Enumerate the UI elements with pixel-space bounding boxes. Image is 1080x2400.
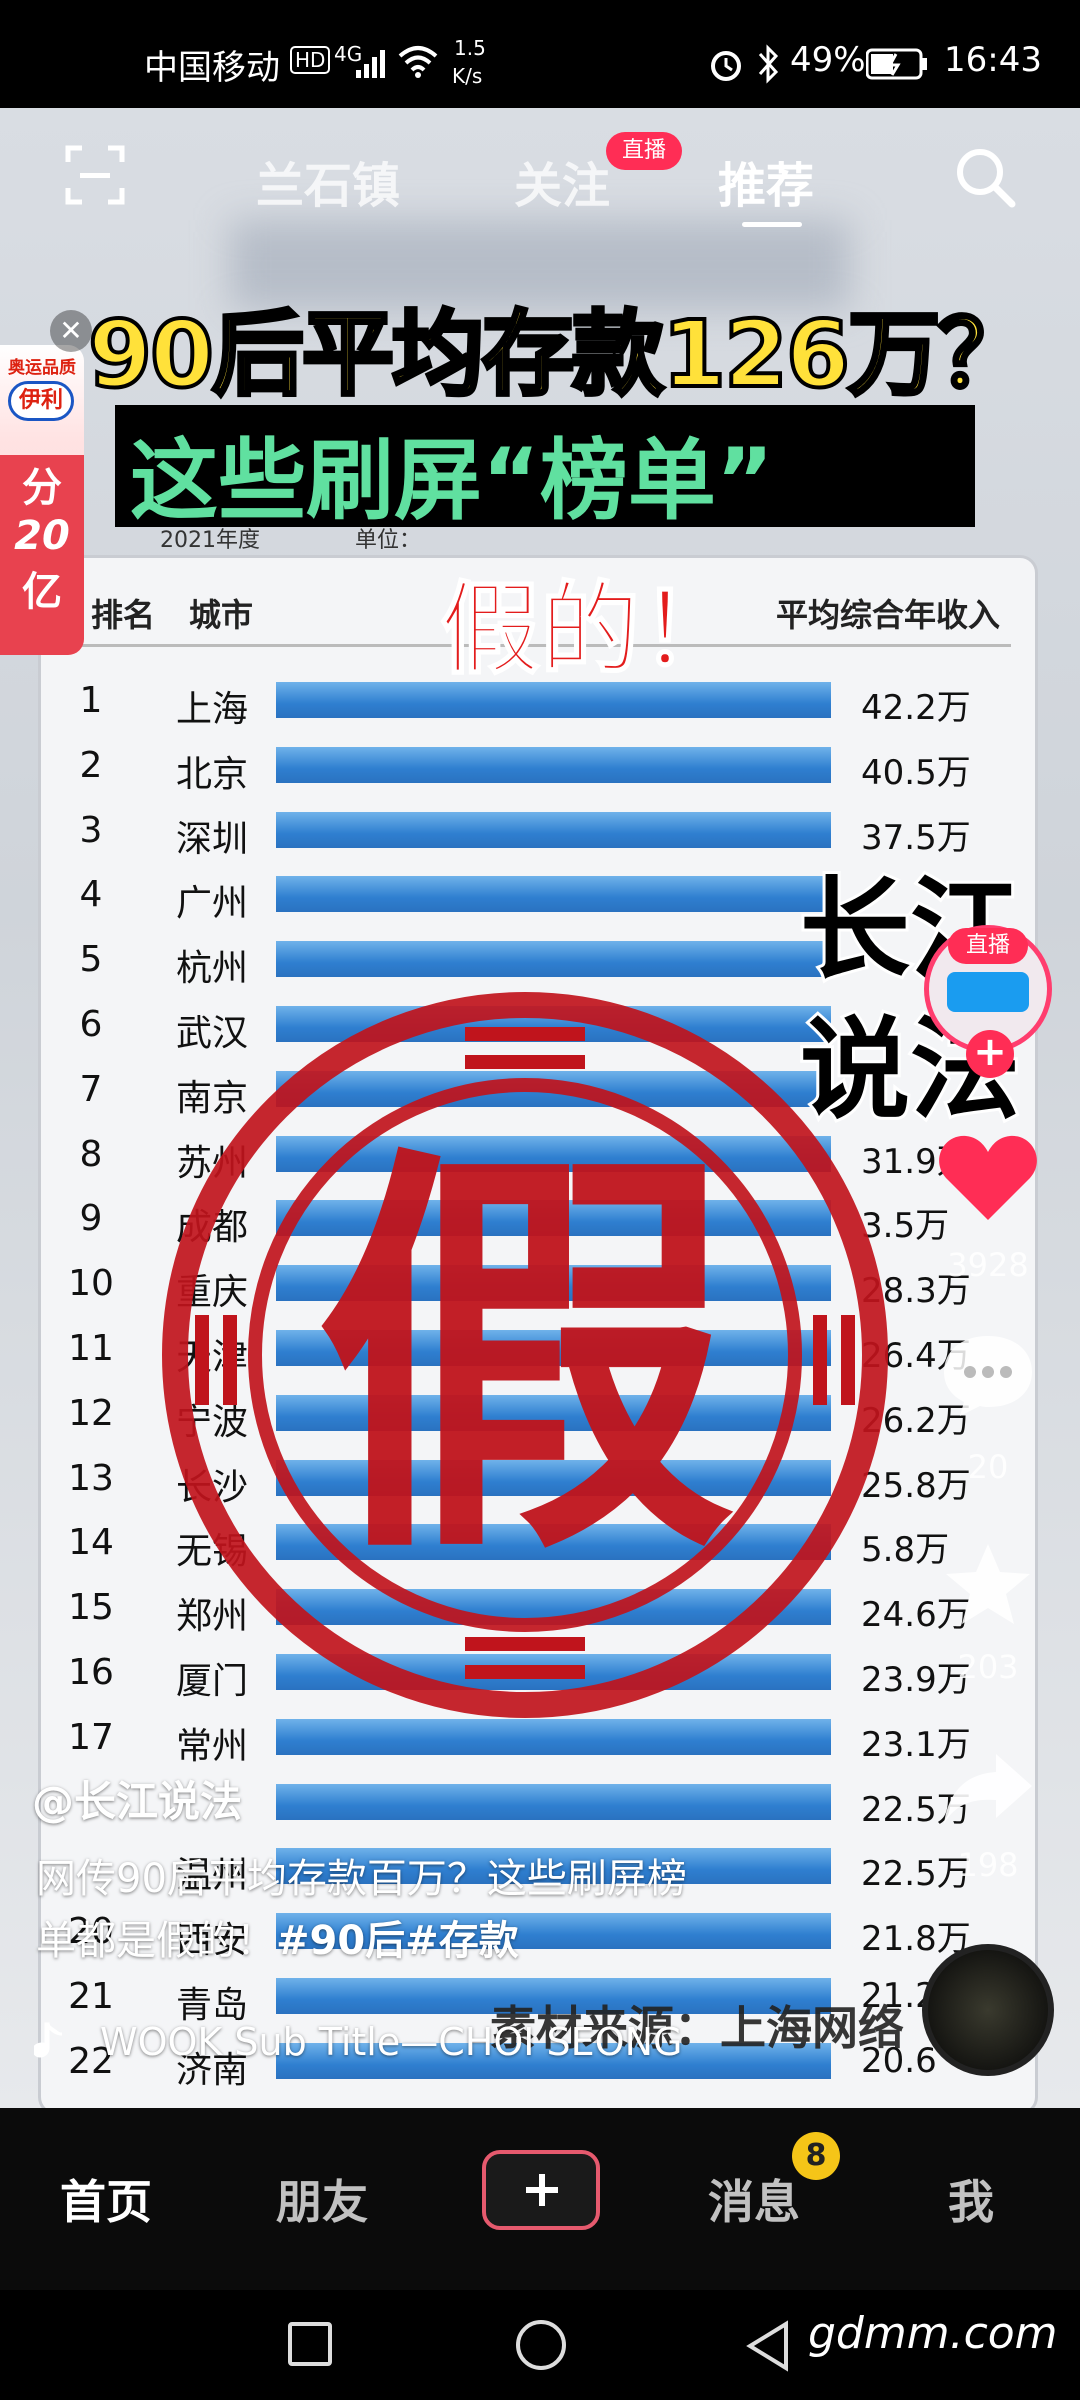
row-bar (276, 811, 831, 848)
tab-recommended[interactable]: 推荐 (718, 146, 814, 216)
music-title[interactable]: WOOK Sub Title—CHOI SEONG (100, 2020, 682, 2064)
row-rank: 12 (68, 1392, 114, 1434)
favorite-icon[interactable] (942, 1540, 1034, 1630)
row-value: 40.5万 (861, 752, 971, 793)
ad-close-icon[interactable]: ✕ (50, 310, 92, 352)
hd-indicator: HD (290, 46, 331, 74)
ad-line-2: 20 (14, 513, 70, 559)
caption-line-2: 单都是假的！#90后#存款 (36, 1910, 796, 1972)
like-count: 3928 (947, 1246, 1029, 1284)
ad-line-3: 亿 (22, 569, 62, 615)
create-button[interactable] (482, 2150, 600, 2230)
row-rank: 11 (68, 1328, 114, 1369)
row-rank: 14 (68, 1522, 114, 1564)
ad-top-text: 奥运品质 (8, 358, 76, 378)
row-rank: 4 (79, 874, 103, 916)
header-city: 城市 (189, 596, 254, 634)
net-speed-value: 1.5 (454, 36, 486, 60)
tab-following[interactable]: 关注 (514, 146, 610, 216)
recents-icon[interactable] (288, 2322, 332, 2366)
headline-fake: 假的！ (439, 570, 741, 689)
row-rank: 7 (79, 1068, 103, 1110)
top-nav: 兰石镇 关注 直播 推荐 (0, 108, 1080, 248)
alarm-icon (711, 51, 741, 81)
search-icon[interactable] (952, 144, 1018, 210)
author-name[interactable]: @长江说法 (32, 1768, 242, 1829)
table-row: 2 北京 40.5万 (41, 733, 1041, 797)
row-city: 广州 (176, 883, 249, 925)
live-badge: 直播 (606, 132, 682, 170)
scan-icon[interactable] (64, 144, 126, 206)
row-rank: 5 (79, 939, 103, 981)
music-disc-icon[interactable] (922, 1944, 1054, 2076)
row-rank: 6 (79, 1004, 103, 1045)
watermark: gdmm.com (808, 2308, 1058, 2359)
row-bar (276, 746, 831, 783)
ad-brand-logo: 伊利 (8, 381, 74, 421)
row-city: 上海 (176, 689, 249, 730)
row-rank: 13 (68, 1457, 114, 1499)
caption-line-2-text: 单都是假的！ (36, 1918, 276, 1964)
stamp-character: 假 (315, 1116, 735, 1605)
messages-badge: 8 (792, 2132, 840, 2180)
row-city: 北京 (176, 753, 249, 795)
like-icon[interactable] (936, 1130, 1040, 1226)
row-rank: 16 (68, 1652, 114, 1693)
status-bar: 中国移动 HD 4G 1.5 K/s 49% 16:43 (0, 0, 1080, 108)
follow-button[interactable]: + (966, 1030, 1014, 1078)
back-icon[interactable] (744, 2320, 792, 2372)
row-bar (276, 876, 831, 913)
caption-line-1: 网传90后平均存款百万？这些刷屏榜 (36, 1856, 687, 1902)
nav-messages[interactable]: 消息 (708, 2166, 800, 2232)
battery-icon (866, 48, 927, 80)
row-rank: 3 (79, 809, 103, 851)
row-rank: 2 (79, 744, 103, 786)
nav-me[interactable]: 我 (948, 2166, 994, 2232)
row-city: 深圳 (176, 818, 249, 860)
music-note-icon (34, 2022, 63, 2058)
battery-percent: 49% (790, 40, 866, 80)
tab-local[interactable]: 兰石镇 (256, 146, 400, 216)
avatar-logo (947, 972, 1029, 1012)
net-speed-unit: K/s (452, 64, 483, 88)
share-icon[interactable] (940, 1748, 1036, 1828)
row-rank: 8 (79, 1133, 103, 1175)
ad-line-1: 分 (22, 465, 62, 511)
fake-stamp: 假 (162, 992, 888, 1718)
carrier-label: 中国移动 (144, 48, 280, 88)
plus-icon (526, 2174, 558, 2206)
row-value: 42.2万 (861, 688, 971, 728)
bottom-nav: 首页 朋友 消息 8 我 (0, 2108, 1080, 2290)
bluetooth-icon (758, 44, 779, 84)
row-rank: 10 (68, 1263, 114, 1305)
comment-icon[interactable] (940, 1330, 1036, 1420)
row-city: 杭州 (176, 948, 249, 990)
avatar-live-badge: 直播 (948, 928, 1028, 964)
signal-icon (356, 50, 385, 78)
row-rank: 15 (68, 1587, 114, 1629)
row-rank: 1 (79, 680, 103, 721)
nav-home[interactable]: 首页 (60, 2166, 152, 2232)
header-rank: 排名 (91, 596, 156, 634)
row-rank: 21 (68, 1976, 114, 2017)
clock: 16:43 (944, 40, 1042, 80)
ad-panel: 分 20 亿 (0, 455, 84, 655)
row-bar (276, 1783, 831, 1820)
share-count: 198 (957, 1846, 1019, 1884)
promo-ad[interactable]: 奥运品质 伊利 分 20 亿 (0, 345, 84, 655)
home-icon[interactable] (516, 2320, 566, 2370)
header-value: 平均综合年收入 (776, 596, 1001, 634)
wifi-icon (398, 46, 438, 78)
nav-friends[interactable]: 朋友 (276, 2166, 368, 2232)
row-rank: 9 (79, 1198, 103, 1240)
favorite-count: 203 (957, 1648, 1019, 1686)
caption-hashtags[interactable]: #90后#存款 (276, 1918, 519, 1964)
row-rank: 17 (68, 1716, 114, 1758)
headline-top: 90后平均存款126万？ (86, 299, 1032, 410)
comment-count: 20 (967, 1448, 1009, 1486)
headline-middle: 这些刷屏“榜单” (130, 429, 774, 532)
tab-active-indicator (742, 222, 802, 227)
row-bar (276, 941, 831, 978)
